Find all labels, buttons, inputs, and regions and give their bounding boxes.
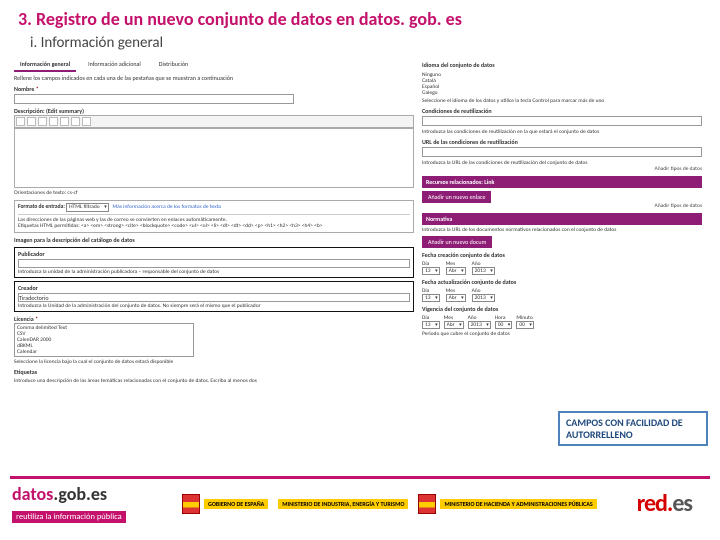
label-vigencia: Vigencia del conjunto de datos bbox=[422, 305, 702, 313]
label-etiquetas: Etiquetas bbox=[14, 368, 414, 376]
underline-icon[interactable] bbox=[38, 117, 47, 126]
italic-icon[interactable] bbox=[27, 117, 36, 126]
label-imagen: Imagen para la descripción del catálogo … bbox=[14, 236, 414, 244]
sel-mes-1[interactable]: Abr bbox=[446, 267, 466, 275]
rich-text-editor[interactable] bbox=[14, 128, 414, 188]
logo-min-hacienda: MINISTERIO DE HACIENDA Y ADMINISTRACIONE… bbox=[418, 494, 596, 514]
select-licencia[interactable]: Comma delimited Text CSV CalenDAR 2000 d… bbox=[14, 323, 194, 357]
logo-tagline: reutiliza la información pública bbox=[12, 511, 126, 523]
desc-publicador: Introduzca la unidad de la administració… bbox=[18, 269, 410, 275]
desc-condiciones: Introduzca las condiciones de reutilizac… bbox=[422, 129, 702, 135]
desc-periodo: Periodo que cubre el conjunto de datos bbox=[422, 331, 702, 337]
editor-toolbar[interactable] bbox=[14, 115, 414, 128]
list-icon[interactable] bbox=[49, 117, 58, 126]
more-icon[interactable] bbox=[82, 117, 91, 126]
label-fecha-act: Fecha actualización conjunto de datos bbox=[422, 278, 702, 286]
image-icon[interactable] bbox=[71, 117, 80, 126]
idioma-opt-3[interactable]: Galego bbox=[422, 90, 438, 96]
html-format-select[interactable]: HTML filtrado bbox=[66, 203, 109, 212]
desc-creador: Introduzca la Unidad de la administració… bbox=[18, 303, 410, 309]
date-act: Día13 MesAbr Año2013 bbox=[422, 288, 702, 302]
btn-add-link[interactable]: Añadir un nuevo enlace bbox=[422, 191, 491, 203]
slide-title: 3. Registro de un nuevo conjunto de dato… bbox=[0, 0, 720, 32]
logo-gobierno: GOBIERNO DE ESPAÑA bbox=[182, 494, 268, 514]
label-creador: Creador bbox=[18, 284, 410, 292]
input-creador[interactable]: Tiradectorio bbox=[18, 293, 410, 302]
label-licencia: Licencia bbox=[14, 315, 414, 323]
idioma-list: Ninguno Català Español Galego bbox=[422, 72, 702, 96]
tab-distribucion[interactable]: Distribución bbox=[153, 58, 194, 72]
tab-info-general[interactable]: Información general bbox=[14, 58, 76, 72]
input-url-cond[interactable] bbox=[422, 147, 702, 157]
sel-ano-3[interactable]: 2013 bbox=[468, 321, 491, 329]
html-note-line1: Las direcciones de las páginas web y las… bbox=[18, 217, 410, 224]
sel-mes-2[interactable]: Abr bbox=[446, 294, 466, 302]
block-creador: Creador Tiradectorio Introduzca la Unida… bbox=[14, 281, 414, 312]
sel-hora[interactable]: 00 bbox=[495, 321, 513, 329]
input-condiciones[interactable] bbox=[422, 116, 702, 126]
desc-normativa: Introduzca la URL de los documentos norm… bbox=[422, 227, 702, 233]
lic-opt-4[interactable]: Calendar bbox=[17, 349, 191, 355]
section-recursos: Recursos relacionados: Link bbox=[422, 176, 702, 188]
sel-ano-1[interactable]: 2013 bbox=[472, 267, 495, 275]
date-creacion: Día13 MesAbr Año2013 bbox=[422, 261, 702, 275]
sel-dia-3[interactable]: 13 bbox=[422, 321, 440, 329]
label-nombre: Nombre bbox=[14, 85, 414, 93]
footer: datos.gob.es reutiliza la información pú… bbox=[0, 476, 720, 540]
slide-subtitle: i. Información general bbox=[0, 32, 720, 58]
label-publicador: Publicador bbox=[18, 250, 410, 258]
label-condiciones: Condiciones de reutilización bbox=[422, 107, 702, 115]
html-format-note: Formato de entrada: HTML filtrado Más in… bbox=[14, 200, 414, 233]
label-descripcion: Descripción: (Edit summary) bbox=[14, 107, 414, 115]
sel-ano-2[interactable]: 2013 bbox=[472, 294, 495, 302]
block-publicador: Publicador Introduzca la unidad de la ad… bbox=[14, 247, 414, 278]
desc-idioma: Seleccione el idioma de los datos y util… bbox=[422, 98, 702, 104]
min2-text: MINISTERIO DE HACIENDA Y ADMINISTRACIONE… bbox=[440, 499, 596, 509]
html-format-label: Formato de entrada: bbox=[18, 204, 65, 210]
guidance-text: Orientaciones de texto: cs-cf bbox=[14, 190, 414, 196]
link-icon[interactable] bbox=[60, 117, 69, 126]
sel-dia-1[interactable]: 13 bbox=[422, 267, 440, 275]
gob-text: GOBIERNO DE ESPAÑA bbox=[204, 499, 268, 509]
escudo-icon bbox=[182, 494, 200, 514]
section-normativa: Normativa bbox=[422, 213, 702, 225]
form-screenshot: Información general Información adiciona… bbox=[0, 58, 720, 384]
logo-gobes-word: .gob.es bbox=[53, 483, 107, 505]
tabs: Información general Información adiciona… bbox=[14, 58, 414, 72]
desc-licencia: Seleccione la licencia bajo la cual el c… bbox=[14, 359, 414, 365]
sel-mes-3[interactable]: Abr bbox=[444, 321, 464, 329]
anadir-tipos-2[interactable]: Añadir tipos de datos bbox=[422, 203, 702, 209]
sel-dia-2[interactable]: 13 bbox=[422, 294, 440, 302]
logo-red-es: red.es bbox=[637, 489, 692, 518]
escudo-icon-2 bbox=[418, 494, 436, 514]
logo-datos-gob-es: datos.gob.es reutiliza la información pú… bbox=[12, 483, 172, 524]
desc-etiquetas: Introduce una descripción de las áreas t… bbox=[14, 378, 414, 384]
anadir-tipos[interactable]: Añadir tipos de datos bbox=[422, 166, 702, 172]
label-url-cond: URL de las condiciones de reutilización bbox=[422, 138, 702, 146]
form-hint: Rellene los campos indicados en cada una… bbox=[14, 74, 414, 82]
bold-icon[interactable] bbox=[16, 117, 25, 126]
logo-datos-word: datos bbox=[12, 483, 53, 505]
sel-min[interactable]: 00 bbox=[516, 321, 534, 329]
input-publicador[interactable] bbox=[18, 259, 410, 268]
date-vigencia: Día13 MesAbr Año2013 Hora00 Minuto00 bbox=[422, 315, 702, 329]
label-idioma: Idioma del conjunto de datos bbox=[422, 61, 702, 69]
html-note-line2: Etiquetas HTML permitidas: <a> <em> <str… bbox=[18, 223, 410, 230]
input-nombre[interactable] bbox=[14, 94, 294, 104]
html-format-link[interactable]: Más información acerca de los formatos d… bbox=[112, 204, 221, 210]
footer-divider bbox=[10, 476, 710, 479]
label-fecha-creacion: Fecha creación conjunto de datos bbox=[422, 251, 702, 259]
btn-add-normativa[interactable]: Añadir un nuevo docum bbox=[422, 236, 492, 248]
tab-info-adicional[interactable]: Información adicional bbox=[82, 58, 147, 72]
logo-min-industria: MINISTERIO DE INDUSTRIA, ENERGÍA Y TURIS… bbox=[278, 499, 408, 509]
min1-text: MINISTERIO DE INDUSTRIA, ENERGÍA Y TURIS… bbox=[278, 499, 408, 509]
callout-autorrelleno: CAMPOS CON FACILIDAD DE AUTORRELLENO bbox=[558, 411, 708, 446]
